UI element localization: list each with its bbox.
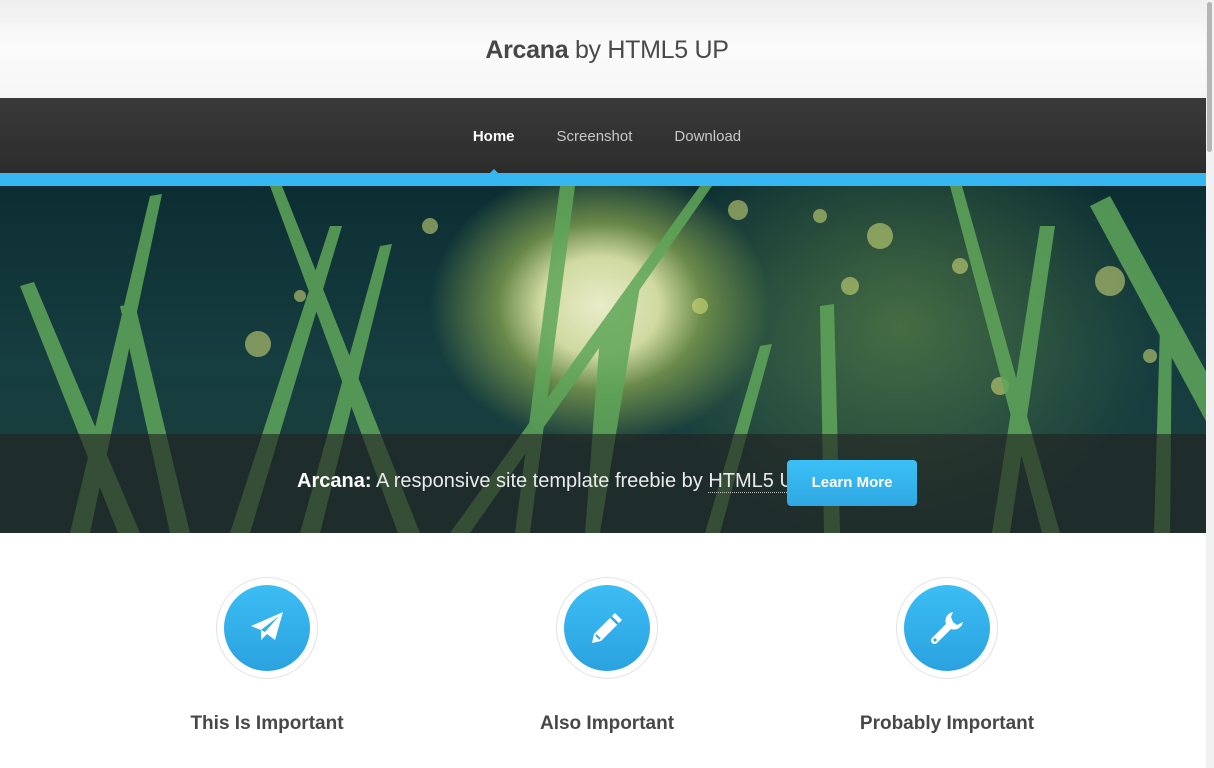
site-title-rest: by HTML5 UP — [568, 36, 729, 64]
nav-item-home[interactable]: Home — [473, 98, 515, 176]
site-title-strong: Arcana — [485, 36, 569, 64]
feature-1: This Is Important — [97, 577, 437, 735]
hero-banner: Arcana: A responsive site template freeb… — [0, 186, 1214, 533]
accent-bar — [0, 173, 1214, 186]
main-nav: Home Screenshot Download — [0, 98, 1214, 176]
banner-text: Arcana: A responsive site template freeb… — [297, 470, 808, 493]
paper-plane-icon — [224, 585, 310, 671]
nav-item-screenshot[interactable]: Screenshot — [557, 98, 633, 176]
feature-title: Probably Important — [859, 713, 1035, 734]
banner-caption: Arcana: A responsive site template freeb… — [0, 434, 1214, 533]
nav-item-download[interactable]: Download — [674, 98, 741, 176]
feature-2: Also Important — [437, 577, 777, 735]
feature-icon-ring — [896, 577, 998, 679]
learn-more-button[interactable]: Learn More — [787, 460, 917, 506]
site-title[interactable]: Arcana by HTML5 UP — [0, 0, 1214, 65]
banner-title: Arcana: — [297, 470, 372, 492]
feature-icon-ring — [556, 577, 658, 679]
site-header: Arcana by HTML5 UP — [0, 0, 1214, 98]
feature-3: Probably Important — [777, 577, 1117, 735]
pencil-icon — [564, 585, 650, 671]
scrollbar-thumb[interactable] — [1207, 2, 1212, 152]
wrench-icon — [904, 585, 990, 671]
feature-icon-ring — [216, 577, 318, 679]
features-section: This Is Important Also Important Probabl… — [0, 533, 1214, 768]
banner-description: A responsive site template freebie by — [375, 470, 703, 492]
page-scrollbar[interactable] — [1206, 0, 1214, 768]
feature-title: This Is Important — [190, 713, 344, 734]
feature-title: Also Important — [539, 713, 675, 734]
